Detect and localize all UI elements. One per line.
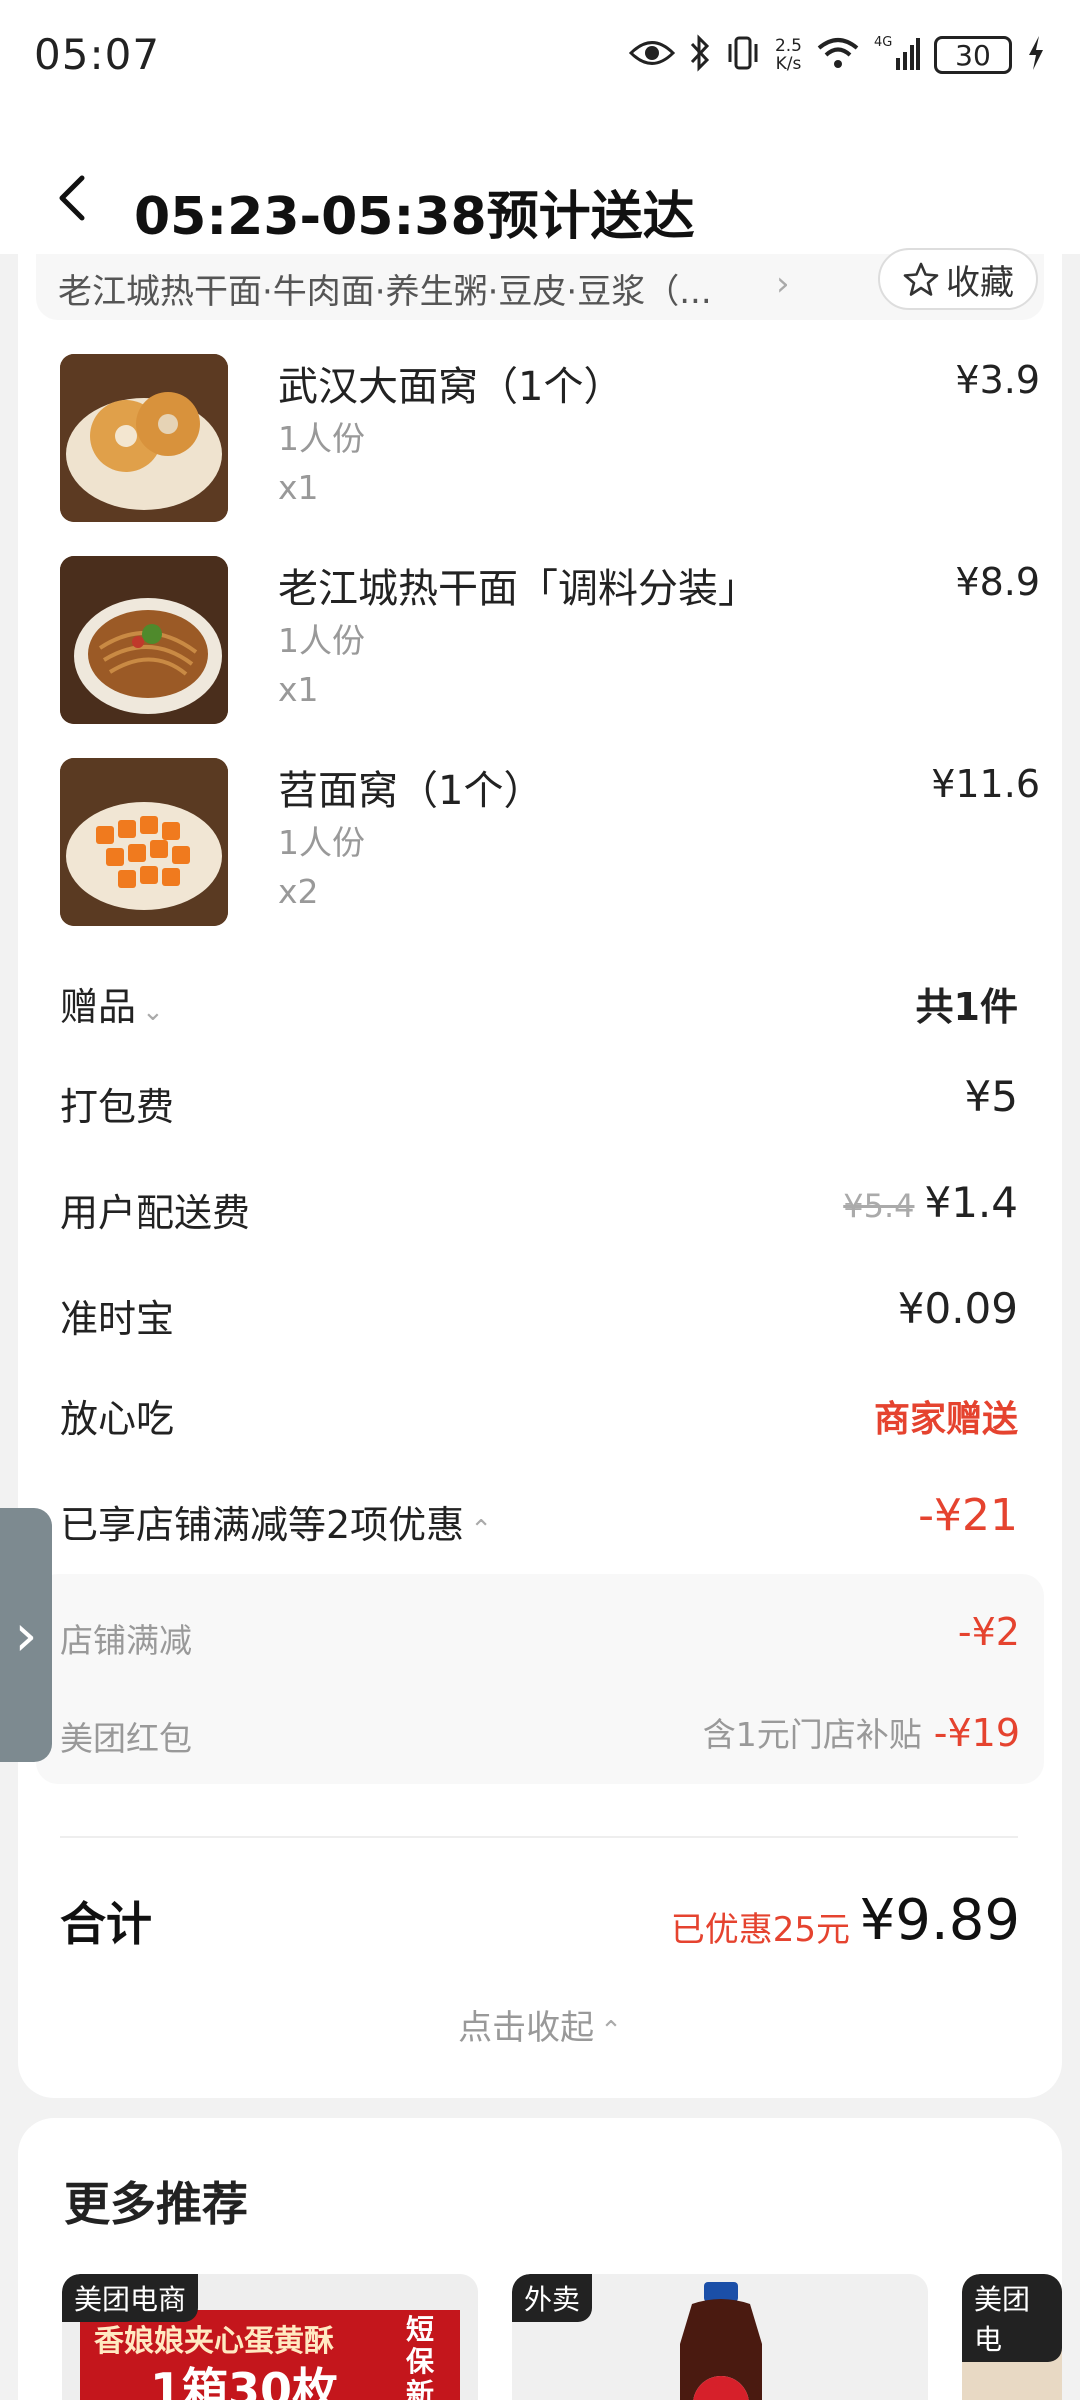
- gift-row[interactable]: 赠品 ⌄ 共1件: [60, 972, 1018, 1032]
- discount-summary-value: -¥21: [918, 1490, 1018, 1541]
- discount-details: 店铺满减 -¥2 美团红包 含1元门店补贴 -¥19: [36, 1574, 1044, 1784]
- item-thumbnail: [60, 354, 228, 522]
- ontime-label: 准时宝: [60, 1297, 175, 1341]
- packing-fee-row: 打包费 ¥5: [60, 1072, 1018, 1132]
- recommendations-section: 更多推荐 美团电商 香娘娘夹心蛋黄酥 1箱30枚 短保新鲜 外卖 美团电: [18, 2118, 1062, 2400]
- back-arrow-icon: [59, 175, 85, 221]
- item-portion: 1人份: [278, 621, 365, 660]
- battery-indicator: 30: [934, 36, 1012, 74]
- chevron-up-icon: ⌃: [470, 1515, 492, 1545]
- status-bar: 05:07 2.5 K/s 4G 30: [0, 0, 1080, 118]
- collapse-button[interactable]: 点击收起 ⌃: [18, 2000, 1062, 2049]
- item-portion: 1人份: [278, 823, 365, 862]
- speed-unit: K/s: [775, 54, 802, 74]
- item-name: 老江城热干面「调料分装」: [278, 566, 758, 612]
- total-label: 合计: [60, 1897, 152, 1951]
- order-card: 老江城热干面·牛肉面·养生粥·豆皮·豆浆（... › 收藏 武汉大面窝（1个） …: [18, 248, 1062, 2098]
- item-quantity: x2: [278, 872, 319, 911]
- item-portion: 1人份: [278, 419, 365, 458]
- item-quantity: x1: [278, 468, 319, 507]
- safe-eat-value: 商家赠送: [873, 1399, 1018, 1440]
- safe-eat-label: 放心吃: [60, 1397, 175, 1441]
- shop-discount-label: 店铺满减: [60, 1621, 192, 1660]
- recommendation-card[interactable]: 外卖: [512, 2274, 928, 2400]
- chevron-up-icon: ⌃: [600, 2016, 622, 2046]
- item-quantity: x1: [278, 670, 319, 709]
- recommendation-banner: 香娘娘夹心蛋黄酥 1箱30枚 短保新鲜: [80, 2310, 460, 2400]
- recommendation-card[interactable]: 美团电: [962, 2274, 1062, 2400]
- page-title: 05:23-05:38预计送达: [134, 187, 695, 247]
- shop-name: 老江城热干面·牛肉面·养生粥·豆皮·豆浆（...: [58, 272, 712, 312]
- banner-title: 1箱30枚: [150, 2363, 339, 2400]
- svg-text:4G: 4G: [874, 35, 892, 50]
- safe-eat-row: 放心吃 商家赠送: [60, 1384, 1018, 1444]
- delivery-fee-label: 用户配送费: [60, 1191, 251, 1235]
- red-packet-note: 含1元门店补贴: [702, 1715, 922, 1754]
- shop-discount-row: 店铺满减 -¥2: [60, 1610, 1020, 1660]
- red-packet-value: 含1元门店补贴 -¥19: [703, 1708, 1020, 1756]
- charging-icon: [1026, 34, 1046, 76]
- gift-label-text: 赠品: [60, 985, 137, 1029]
- order-item[interactable]: 老江城热干面「调料分装」 1人份 x1 ¥8.9: [60, 556, 1040, 726]
- speed-value: 2.5: [774, 36, 802, 56]
- status-time: 05:07: [34, 30, 161, 79]
- ontime-value: ¥0.09: [897, 1284, 1018, 1333]
- delivery-fee-value: ¥5.4 ¥1.4: [843, 1178, 1018, 1227]
- ontime-row: 准时宝 ¥0.09: [60, 1284, 1018, 1344]
- chevron-down-icon: ⌄: [142, 997, 164, 1027]
- star-icon: [903, 262, 939, 296]
- item-thumbnail: [60, 758, 228, 926]
- favorite-button[interactable]: 收藏: [878, 248, 1038, 310]
- recommendation-card[interactable]: 美团电商 香娘娘夹心蛋黄酥 1箱30枚 短保新鲜: [62, 2274, 478, 2400]
- item-price: ¥3.9: [955, 358, 1040, 402]
- item-thumbnail: [60, 556, 228, 724]
- total-amount: ¥9.89: [859, 1888, 1020, 1953]
- eye-icon: [628, 38, 676, 72]
- page-header: 05:23-05:38预计送达: [0, 118, 1080, 254]
- shop-discount-value: -¥2: [957, 1610, 1020, 1654]
- back-button[interactable]: [52, 172, 102, 232]
- order-item[interactable]: 苕面窝（1个） 1人份 x2 ¥11.6: [60, 758, 1040, 928]
- collapse-label: 点击收起: [458, 2008, 595, 2048]
- red-packet-label: 美团红包: [60, 1719, 192, 1758]
- packing-fee-value: ¥5: [964, 1072, 1018, 1121]
- item-price: ¥11.6: [931, 762, 1040, 806]
- discount-summary-text: 已享店铺满减等2项优惠: [60, 1503, 465, 1547]
- network-speed: 2.5 K/s: [775, 37, 802, 73]
- gift-label: 赠品 ⌄: [60, 976, 164, 1031]
- delivery-fee-original: ¥5.4: [843, 1187, 915, 1225]
- item-name: 武汉大面窝（1个）: [278, 364, 624, 410]
- divider: [60, 1836, 1018, 1838]
- red-packet-amount: -¥19: [933, 1711, 1020, 1755]
- wifi-icon: [816, 36, 860, 74]
- signal-icon: 4G: [874, 34, 920, 76]
- packing-fee-label: 打包费: [60, 1085, 175, 1129]
- total-saved: 已优惠25元: [670, 1910, 850, 1950]
- recommendations-title: 更多推荐: [64, 2177, 248, 2231]
- gift-value: 共1件: [915, 985, 1018, 1029]
- recommendation-tag: 外卖: [512, 2274, 593, 2322]
- delivery-fee-current: ¥1.4: [924, 1178, 1018, 1227]
- chevron-right-icon: ›: [776, 264, 790, 304]
- shop-bar[interactable]: 老江城热干面·牛肉面·养生粥·豆皮·豆浆（... › 收藏: [36, 248, 1044, 320]
- order-item[interactable]: 武汉大面窝（1个） 1人份 x1 ¥3.9: [60, 354, 1040, 524]
- discount-summary-row[interactable]: 已享店铺满减等2项优惠 ⌃ -¥21: [60, 1490, 1018, 1550]
- banner-side-text: 短保新鲜: [406, 2313, 435, 2400]
- item-price: ¥8.9: [955, 560, 1040, 604]
- recommendation-tag: 美团电: [962, 2274, 1062, 2362]
- item-name: 苕面窝（1个）: [278, 768, 544, 814]
- vibrate-icon: [725, 34, 761, 76]
- discount-summary-label: 已享店铺满减等2项优惠 ⌃: [60, 1494, 492, 1549]
- bluetooth-icon: [689, 34, 711, 76]
- red-packet-row: 美团红包 含1元门店补贴 -¥19: [60, 1708, 1020, 1758]
- delivery-fee-row: 用户配送费 ¥5.4 ¥1.4: [60, 1178, 1018, 1238]
- status-icons: 2.5 K/s 4G 30: [628, 30, 1046, 80]
- favorite-label: 收藏: [946, 262, 1014, 303]
- side-drawer-handle[interactable]: ›: [0, 1508, 52, 1762]
- recommendation-tag: 美团电商: [62, 2274, 199, 2322]
- chevron-right-icon: ›: [14, 1601, 38, 1669]
